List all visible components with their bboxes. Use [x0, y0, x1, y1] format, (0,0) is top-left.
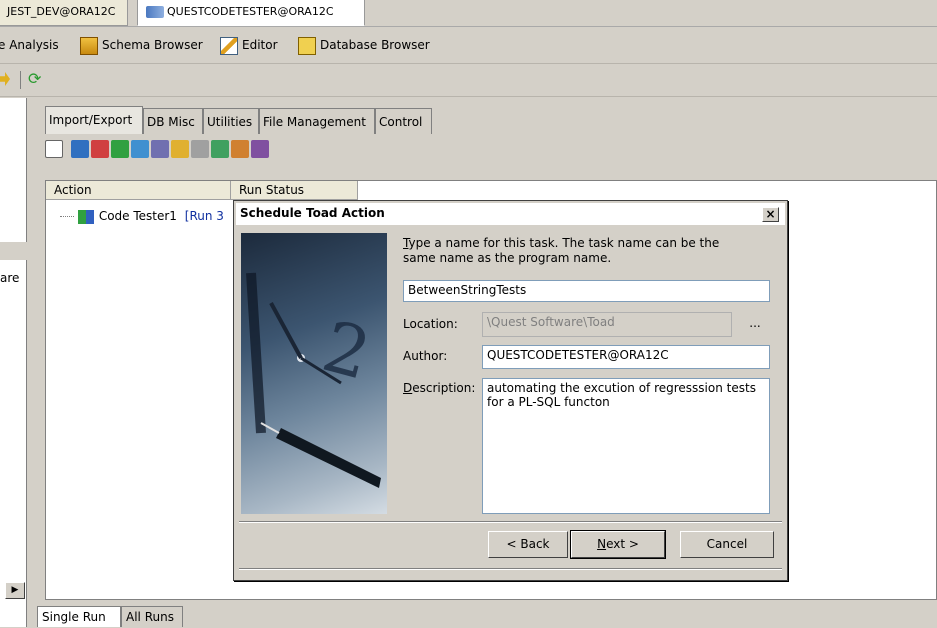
- instruction-line-1: ype a name for this task. The task name …: [408, 236, 720, 250]
- tab-file-management[interactable]: File Management: [259, 108, 375, 134]
- dialog-title: Schedule Toad Action: [240, 206, 385, 220]
- next-button[interactable]: Next >: [570, 530, 666, 559]
- instruction-text: Type a name for this task. The task name…: [403, 236, 719, 250]
- editor-label: Editor: [242, 38, 278, 52]
- tab-label: DB Misc: [147, 115, 195, 129]
- connection-tab-label: JEST_DEV@ORA12C: [7, 5, 116, 18]
- connection-tab-bar: JEST_DEV@ORA12C QUESTCODETESTER@ORA12C: [0, 0, 937, 27]
- location-value: \Quest Software\Toad: [487, 315, 615, 329]
- browse-location-button[interactable]: ...: [745, 316, 765, 334]
- tab-single-run[interactable]: Single Run: [37, 606, 121, 627]
- location-label: Location:: [403, 317, 458, 331]
- clock-illustration: 2: [246, 272, 381, 488]
- back-button[interactable]: < Back: [488, 531, 568, 558]
- code-tester-icon: [77, 209, 94, 224]
- location-field: \Quest Software\Toad: [482, 312, 732, 337]
- script-icon[interactable]: [191, 140, 209, 158]
- editor-button[interactable]: Editor: [220, 36, 278, 55]
- dialog-bottom-separator: [239, 568, 782, 570]
- column-header-action[interactable]: Action: [46, 181, 231, 200]
- tab-label: Import/Export: [49, 113, 133, 127]
- browse-label: ...: [749, 316, 761, 330]
- back-label: < Back: [506, 537, 550, 551]
- run-icon[interactable]: [251, 140, 269, 158]
- task-name-input[interactable]: BetweenStringTests: [403, 280, 770, 302]
- clock-pen-image: 2: [241, 233, 387, 514]
- tab-db-misc[interactable]: DB Misc: [143, 108, 203, 134]
- connection-tab-codetester[interactable]: QUESTCODETESTER@ORA12C: [137, 0, 365, 26]
- folder-icon[interactable]: [171, 140, 189, 158]
- description-label: Description:: [403, 381, 475, 395]
- forward-arrow-icon[interactable]: [0, 72, 10, 86]
- next-label: ext >: [606, 537, 639, 551]
- run-label: [Run 3: [184, 209, 224, 223]
- table-row[interactable]: Code Tester1 [Run 3: [60, 207, 224, 225]
- analysis-label: e Analysis: [0, 38, 59, 52]
- refresh-icon[interactable]: ⟳: [28, 71, 41, 87]
- copy-data-icon[interactable]: [111, 140, 129, 158]
- connection-tab-label: QUESTCODETESTER@ORA12C: [167, 5, 334, 18]
- dialog-title-bar[interactable]: Schedule Toad Action ×: [236, 203, 785, 225]
- table-icon[interactable]: [131, 140, 149, 158]
- compare-icon[interactable]: [231, 140, 249, 158]
- selected-item[interactable]: [0, 242, 27, 260]
- close-icon: ×: [765, 207, 776, 221]
- panel-item-label: are: [0, 271, 20, 285]
- tab-control[interactable]: Control: [375, 108, 432, 134]
- tab-import-export[interactable]: Import/Export: [45, 106, 143, 134]
- dialog-separator: [239, 521, 782, 523]
- package-icon[interactable]: [211, 140, 229, 158]
- export-grid-icon[interactable]: [71, 140, 89, 158]
- object-panel: are ▶: [0, 98, 27, 627]
- import-icon[interactable]: [91, 140, 109, 158]
- close-button[interactable]: ×: [762, 207, 779, 222]
- instruction-line-2: same name as the program name.: [403, 251, 612, 265]
- tab-label: Control: [379, 115, 423, 129]
- connection-icon: [146, 6, 164, 18]
- description-mnemonic: D: [403, 381, 413, 395]
- tab-all-runs[interactable]: All Runs: [121, 606, 183, 627]
- database-browser-icon: [298, 36, 316, 55]
- column-header-label: Action: [54, 183, 92, 197]
- schema-browser-icon: [80, 36, 98, 55]
- author-input[interactable]: QUESTCODETESTER@ORA12C: [482, 345, 770, 369]
- schedule-toad-action-dialog: Schedule Toad Action × 2 Type a name for…: [233, 200, 788, 581]
- analysis-button[interactable]: e Analysis: [0, 36, 59, 54]
- tree-connector: [60, 216, 74, 217]
- action-name: Code Tester1: [98, 209, 177, 223]
- schema-browser-button[interactable]: Schema Browser: [80, 36, 203, 55]
- tab-utilities[interactable]: Utilities: [203, 108, 259, 134]
- scroll-right-button[interactable]: ▶: [5, 582, 25, 599]
- svg-text:2: 2: [315, 305, 379, 396]
- tab-label: Utilities: [207, 115, 253, 129]
- column-header-label: Run Status: [239, 183, 305, 197]
- database-browser-label: Database Browser: [320, 38, 430, 52]
- tab-label: All Runs: [126, 610, 174, 624]
- main-toolbar: e Analysis Schema Browser Editor Databas…: [0, 28, 937, 64]
- task-name-value: BetweenStringTests: [408, 283, 527, 297]
- secondary-toolbar: ⟳: [0, 65, 937, 97]
- description-label-text: escription:: [412, 381, 476, 395]
- tab-label: File Management: [263, 115, 366, 129]
- next-mnemonic: N: [597, 537, 607, 551]
- connection-tab-dev[interactable]: JEST_DEV@ORA12C: [0, 0, 128, 26]
- editor-icon: [220, 36, 238, 55]
- cancel-button[interactable]: Cancel: [680, 531, 774, 558]
- description-value: automating the excution of regresssion t…: [487, 381, 756, 409]
- description-textarea[interactable]: automating the excution of regresssion t…: [482, 378, 770, 514]
- cancel-label: Cancel: [706, 537, 748, 551]
- database-browser-button[interactable]: Database Browser: [298, 36, 430, 55]
- select-cursor-icon[interactable]: [45, 140, 63, 158]
- author-label: Author:: [403, 349, 448, 363]
- schema-browser-label: Schema Browser: [102, 38, 203, 52]
- toolbar-separator: [20, 71, 21, 89]
- column-header-run-status[interactable]: Run Status: [231, 181, 358, 200]
- transfer-icon[interactable]: [151, 140, 169, 158]
- author-value: QUESTCODETESTER@ORA12C: [487, 348, 669, 362]
- tab-label: Single Run: [42, 610, 106, 624]
